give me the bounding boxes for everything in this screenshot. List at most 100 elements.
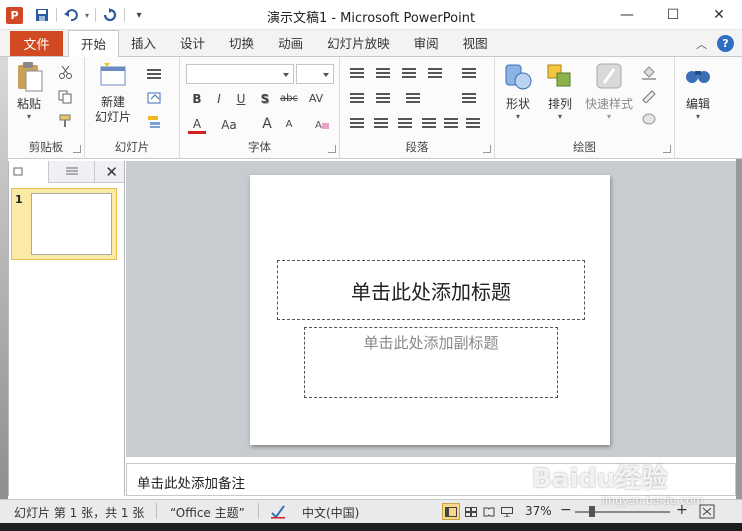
underline-button[interactable]: U xyxy=(232,92,250,106)
tab-transitions[interactable]: 切换 xyxy=(217,30,266,57)
svg-text:A: A xyxy=(315,120,322,131)
bold-button[interactable]: B xyxy=(188,92,206,106)
slide-sorter-view-icon[interactable] xyxy=(462,503,480,520)
maximize-button[interactable]: ☐ xyxy=(650,0,696,30)
tab-file[interactable]: 文件 xyxy=(10,31,63,56)
chevron-up-icon[interactable]: ︿ xyxy=(696,36,707,52)
tab-slideshow[interactable]: 幻灯片放映 xyxy=(315,30,402,57)
editing-button[interactable]: 编辑 ▾ xyxy=(683,61,713,121)
ribbon-tabs: 文件 开始 插入 设计 切换 动画 幻灯片放映 审阅 视图 ︿ ? xyxy=(0,30,742,58)
status-separator xyxy=(258,503,259,519)
increase-indent-icon[interactable] xyxy=(350,93,364,105)
format-painter-icon[interactable] xyxy=(58,114,74,128)
shrink-font-button[interactable]: A xyxy=(280,119,298,130)
shape-fill-icon[interactable] xyxy=(641,66,657,80)
new-slide-label-line2: 幻灯片 xyxy=(95,110,132,124)
normal-view-icon[interactable] xyxy=(442,503,460,520)
char-spacing-button[interactable]: AV xyxy=(305,92,327,105)
paste-icon xyxy=(18,62,43,92)
font-color-button[interactable]: A xyxy=(188,117,206,134)
text-direction-icon[interactable] xyxy=(376,93,390,105)
section-icon[interactable] xyxy=(147,115,163,129)
group-font: B I U S abc AV A Aa A A A 字体 xyxy=(180,57,340,159)
quick-styles-button[interactable]: 快速样式 ▾ xyxy=(585,61,633,121)
desktop-background xyxy=(0,523,742,531)
shadow-button[interactable]: S xyxy=(256,92,274,106)
align-center-icon[interactable] xyxy=(374,118,388,130)
paragraph-launcher-icon[interactable] xyxy=(483,145,491,153)
cut-icon[interactable] xyxy=(58,65,74,79)
distributed-icon[interactable] xyxy=(444,118,458,130)
shapes-button[interactable]: 形状 ▾ xyxy=(503,61,533,121)
close-pane-icon[interactable]: ✕ xyxy=(105,163,118,181)
tab-review[interactable]: 审阅 xyxy=(402,30,451,57)
layout-icon[interactable] xyxy=(147,69,161,81)
columns-icon[interactable] xyxy=(462,68,476,80)
arrange-icon xyxy=(547,64,571,87)
window-controls: — ☐ ✕ xyxy=(604,0,742,30)
paste-dropdown-icon: ▾ xyxy=(26,112,31,121)
clipboard-launcher-icon[interactable] xyxy=(73,145,81,153)
baidu-watermark: Baidu经验 jingyan.baidu.com xyxy=(532,458,722,513)
grow-font-button[interactable]: A xyxy=(258,116,276,132)
slides-group-label: 幻灯片 xyxy=(114,140,150,154)
columns-layout-icon[interactable] xyxy=(406,93,420,105)
line-spacing-icon[interactable] xyxy=(428,68,442,80)
new-slide-label-line1: 新建 xyxy=(101,95,126,109)
theme-name[interactable]: “Office 主题” xyxy=(170,504,245,521)
watermark-subtext: jingyan.baidu.com xyxy=(602,494,704,507)
decrease-indent-icon[interactable] xyxy=(402,68,416,80)
tab-outline[interactable] xyxy=(49,161,95,183)
numbering-icon[interactable] xyxy=(376,68,390,80)
font-size-combo[interactable] xyxy=(296,64,334,84)
font-name-combo[interactable] xyxy=(186,64,294,84)
tab-home[interactable]: 开始 xyxy=(68,30,120,58)
new-slide-button[interactable]: 新建 幻灯片 xyxy=(95,61,131,125)
tab-view[interactable]: 视图 xyxy=(451,30,500,57)
paste-label: 粘贴 xyxy=(16,97,41,111)
shape-outline-icon[interactable] xyxy=(641,89,657,103)
drawing-launcher-icon[interactable] xyxy=(663,145,671,153)
align-left-icon[interactable] xyxy=(350,118,364,130)
reset-slide-icon[interactable] xyxy=(147,92,163,106)
shapes-icon xyxy=(505,64,532,90)
quick-styles-dropdown-icon: ▾ xyxy=(607,112,612,121)
language-indicator[interactable]: 中文(中国) xyxy=(302,504,359,521)
shapes-dropdown-icon: ▾ xyxy=(515,112,520,121)
slides-pane-tabs: ✕ xyxy=(9,161,124,183)
title-placeholder[interactable]: 单击此处添加标题 xyxy=(277,260,585,320)
align-text-icon[interactable] xyxy=(462,93,476,105)
slide[interactable]: 单击此处添加标题 单击此处添加副标题 xyxy=(250,175,610,445)
title-bar: P ▾ ▾ 演示文稿1 - Microsoft PowerPoint — ☐ ✕ xyxy=(0,0,742,30)
italic-button[interactable]: I xyxy=(210,92,228,106)
clear-formatting-icon[interactable]: A xyxy=(314,117,330,131)
watermark-text: Baidu经验 xyxy=(532,464,668,494)
tab-animations[interactable]: 动画 xyxy=(266,30,315,57)
slides-pane: ✕ 1 xyxy=(8,161,125,496)
copy-icon[interactable] xyxy=(58,90,74,104)
help-icon[interactable]: ? xyxy=(717,35,734,52)
spelling-check-icon[interactable] xyxy=(270,504,286,519)
arrange-button[interactable]: 排列 ▾ xyxy=(545,61,575,121)
find-binoculars-icon xyxy=(686,71,710,83)
minimize-button[interactable]: — xyxy=(604,0,650,30)
tab-insert[interactable]: 插入 xyxy=(119,30,168,57)
editing-label: 编辑 xyxy=(685,97,710,111)
slide-info: 幻灯片 第 1 张，共 1 张 xyxy=(14,506,145,520)
justify-icon[interactable] xyxy=(422,118,436,130)
bullets-icon[interactable] xyxy=(350,68,364,80)
slideshow-view-icon[interactable] xyxy=(498,503,516,520)
change-case-button[interactable]: Aa xyxy=(218,118,240,132)
font-launcher-icon[interactable] xyxy=(328,145,336,153)
reading-view-icon[interactable] xyxy=(480,503,498,520)
subtitle-placeholder[interactable]: 单击此处添加副标题 xyxy=(304,327,558,398)
shape-effects-icon[interactable] xyxy=(641,112,657,126)
smartart-icon[interactable] xyxy=(466,118,480,130)
align-right-icon[interactable] xyxy=(398,118,412,130)
paste-button[interactable]: 粘贴 ▾ xyxy=(14,61,44,121)
slide-thumbnail[interactable] xyxy=(31,193,112,255)
strikethrough-button[interactable]: abc xyxy=(278,93,300,104)
close-button[interactable]: ✕ xyxy=(696,0,742,30)
tab-slides-thumbnails[interactable] xyxy=(9,161,49,183)
tab-design[interactable]: 设计 xyxy=(168,30,217,57)
